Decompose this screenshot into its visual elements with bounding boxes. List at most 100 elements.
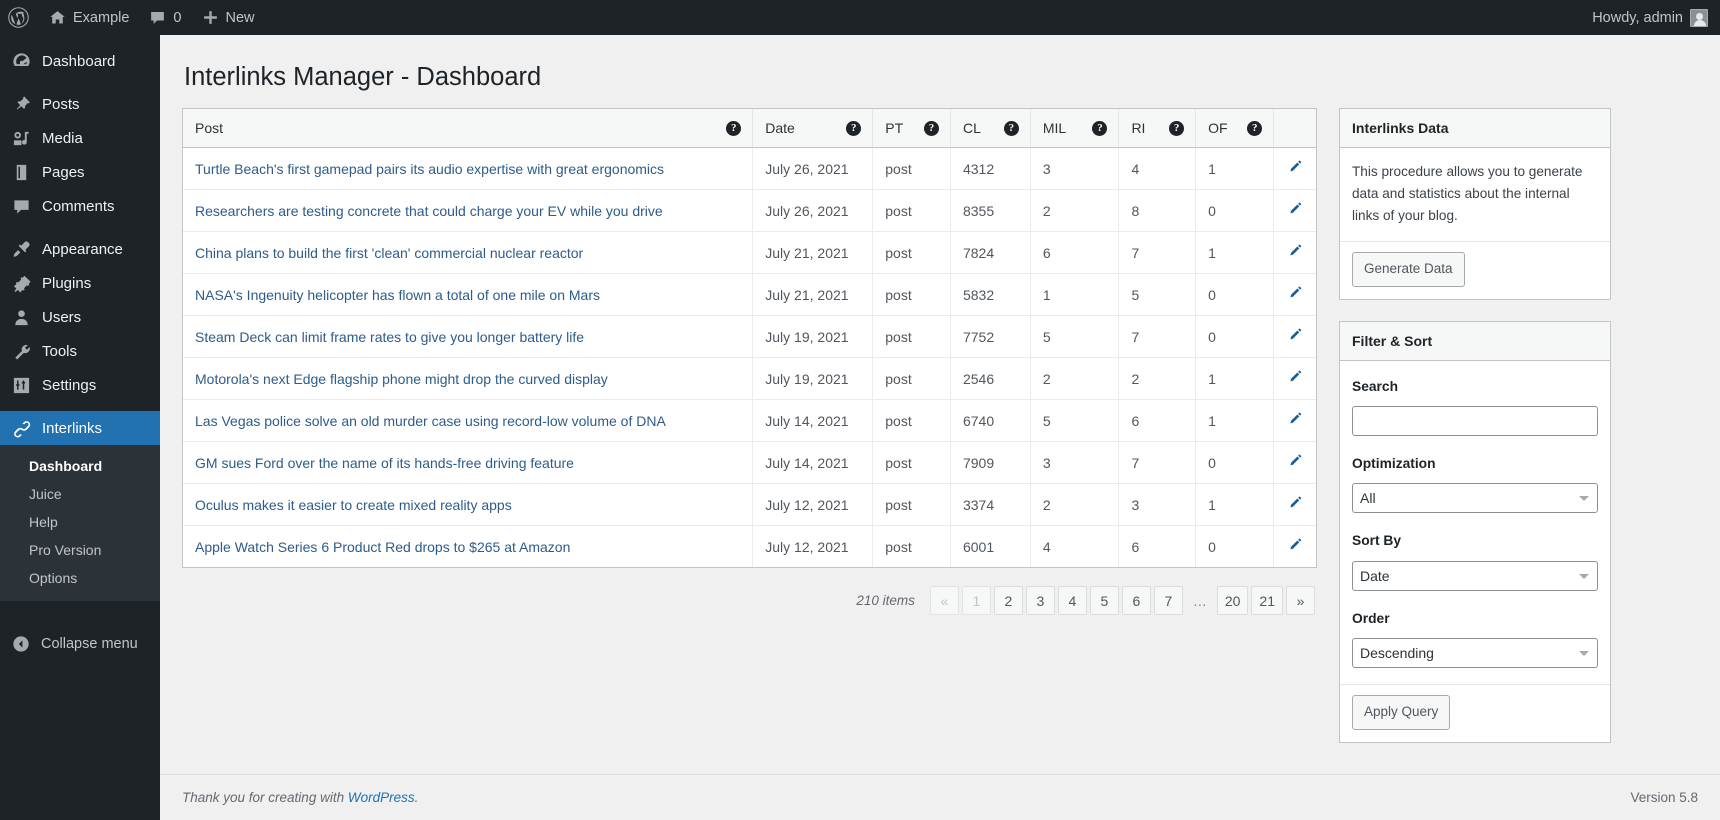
pagination-page-20[interactable]: 20 — [1217, 586, 1249, 615]
pagination-page-7[interactable]: 7 — [1154, 586, 1183, 615]
menu-separator — [0, 78, 160, 87]
interlinks-data-title: Interlinks Data — [1340, 109, 1610, 148]
sidebar-item-appearance[interactable]: Appearance — [0, 232, 160, 266]
new-label: New — [226, 10, 255, 26]
apply-query-button[interactable]: Apply Query — [1352, 695, 1450, 730]
new-content-menu[interactable]: New — [192, 0, 265, 35]
site-name-label: Example — [73, 10, 129, 26]
edit-pencil-icon[interactable] — [1287, 326, 1305, 344]
post-title-link[interactable]: GM sues Ford over the name of its hands-… — [195, 455, 574, 471]
generate-data-button[interactable]: Generate Data — [1352, 252, 1465, 287]
submenu-item-options[interactable]: Options — [0, 564, 160, 592]
edit-pencil-icon[interactable] — [1287, 284, 1305, 302]
pagination-page-4[interactable]: 4 — [1058, 586, 1087, 615]
optimization-select[interactable]: All — [1352, 483, 1598, 513]
wordpress-link[interactable]: WordPress — [348, 790, 415, 805]
sidebar-item-plugins[interactable]: Plugins — [0, 266, 160, 300]
cell-mil: 6 — [1031, 232, 1120, 274]
my-account-menu[interactable]: Howdy, admin — [1592, 0, 1708, 35]
edit-pencil-icon[interactable] — [1287, 536, 1305, 554]
search-field-block: Search — [1352, 376, 1598, 436]
column-header-of[interactable]: OF ? — [1196, 109, 1274, 148]
table-row: Steam Deck can limit frame rates to give… — [183, 316, 1316, 358]
post-title-link[interactable]: China plans to build the first 'clean' c… — [195, 245, 583, 261]
submenu-item-help[interactable]: Help — [0, 508, 160, 536]
cell-date: July 14, 2021 — [753, 442, 873, 484]
cell-mil: 5 — [1031, 316, 1120, 358]
sidebar-label: Pages — [42, 164, 85, 181]
column-header-cl[interactable]: CL ? — [951, 109, 1031, 148]
column-header-mil[interactable]: MIL ? — [1031, 109, 1120, 148]
help-icon-cl[interactable]: ? — [1004, 121, 1019, 136]
submenu-item-juice[interactable]: Juice — [0, 480, 160, 508]
column-header-pt[interactable]: PT ? — [873, 109, 951, 148]
admin-sidebar-menu: Dashboard Posts Media Pages Comments App… — [0, 35, 160, 820]
edit-pencil-icon[interactable] — [1287, 452, 1305, 470]
collapse-label: Collapse menu — [41, 636, 138, 652]
edit-pencil-icon[interactable] — [1287, 494, 1305, 512]
sidebar-label: Appearance — [42, 241, 123, 258]
pagination-last[interactable]: » — [1286, 586, 1315, 615]
cell-ri: 7 — [1119, 232, 1196, 274]
help-icon-post[interactable]: ? — [726, 121, 741, 136]
cell-post: China plans to build the first 'clean' c… — [183, 232, 753, 274]
column-label: Date — [765, 120, 795, 136]
sidebar-item-posts[interactable]: Posts — [0, 87, 160, 121]
cell-actions — [1274, 316, 1316, 358]
post-title-link[interactable]: Researchers are testing concrete that co… — [195, 203, 663, 219]
help-icon-pt[interactable]: ? — [924, 121, 939, 136]
sort-by-label: Sort By — [1352, 530, 1598, 552]
plus-icon — [202, 9, 219, 26]
submenu-item-dashboard[interactable]: Dashboard — [0, 452, 160, 480]
sidebar-item-interlinks[interactable]: Interlinks — [0, 411, 160, 445]
pagination-page-3[interactable]: 3 — [1026, 586, 1055, 615]
column-header-ri[interactable]: RI ? — [1119, 109, 1196, 148]
pagination-page-6[interactable]: 6 — [1122, 586, 1151, 615]
pagination-page-5[interactable]: 5 — [1090, 586, 1119, 615]
edit-pencil-icon[interactable] — [1287, 158, 1305, 176]
pagination-page-2[interactable]: 2 — [994, 586, 1023, 615]
edit-pencil-icon[interactable] — [1287, 368, 1305, 386]
post-title-link[interactable]: Apple Watch Series 6 Product Red drops t… — [195, 539, 570, 555]
sidebar-item-users[interactable]: Users — [0, 300, 160, 334]
post-title-link[interactable]: Turtle Beach's first gamepad pairs its a… — [195, 161, 664, 177]
sidebar-item-dashboard[interactable]: Dashboard — [0, 44, 160, 78]
order-select[interactable]: Descending — [1352, 638, 1598, 668]
interlinks-table: Post ? Date ? — [182, 108, 1317, 568]
home-icon — [49, 9, 66, 26]
search-input[interactable] — [1352, 406, 1598, 436]
sidebar-item-settings[interactable]: Settings — [0, 368, 160, 402]
edit-pencil-icon[interactable] — [1287, 200, 1305, 218]
sidebar-item-media[interactable]: Media — [0, 121, 160, 155]
post-title-link[interactable]: Oculus makes it easier to create mixed r… — [195, 497, 512, 513]
submenu-item-pro-version[interactable]: Pro Version — [0, 536, 160, 564]
column-header-date[interactable]: Date ? — [753, 109, 873, 148]
comments-menu[interactable]: 0 — [139, 0, 191, 35]
edit-pencil-icon[interactable] — [1287, 410, 1305, 428]
column-header-post[interactable]: Post ? — [183, 109, 753, 148]
post-title-link[interactable]: Las Vegas police solve an old murder cas… — [195, 413, 666, 429]
wp-logo-menu[interactable] — [0, 0, 39, 35]
order-label: Order — [1352, 608, 1598, 630]
site-name-menu[interactable]: Example — [39, 0, 139, 35]
main-column: Post ? Date ? — [182, 108, 1317, 620]
search-label: Search — [1352, 376, 1598, 398]
side-column: Interlinks Data This procedure allows yo… — [1339, 108, 1611, 764]
post-title-link[interactable]: NASA's Ingenuity helicopter has flown a … — [195, 287, 600, 303]
sort-by-select[interactable]: Date — [1352, 561, 1598, 591]
sidebar-item-tools[interactable]: Tools — [0, 334, 160, 368]
help-icon-of[interactable]: ? — [1247, 121, 1262, 136]
edit-pencil-icon[interactable] — [1287, 242, 1305, 260]
collapse-menu-button[interactable]: Collapse menu — [0, 627, 160, 661]
post-title-link[interactable]: Motorola's next Edge flagship phone migh… — [195, 371, 608, 387]
help-icon-date[interactable]: ? — [846, 121, 861, 136]
cell-mil: 4 — [1031, 526, 1120, 567]
help-icon-mil[interactable]: ? — [1092, 121, 1107, 136]
post-title-link[interactable]: Steam Deck can limit frame rates to give… — [195, 329, 584, 345]
pagination-page-21[interactable]: 21 — [1251, 586, 1283, 615]
sidebar-item-pages[interactable]: Pages — [0, 155, 160, 189]
cell-cl: 4312 — [951, 148, 1031, 190]
cell-post: Las Vegas police solve an old murder cas… — [183, 400, 753, 442]
help-icon-ri[interactable]: ? — [1169, 121, 1184, 136]
sidebar-item-comments[interactable]: Comments — [0, 189, 160, 223]
